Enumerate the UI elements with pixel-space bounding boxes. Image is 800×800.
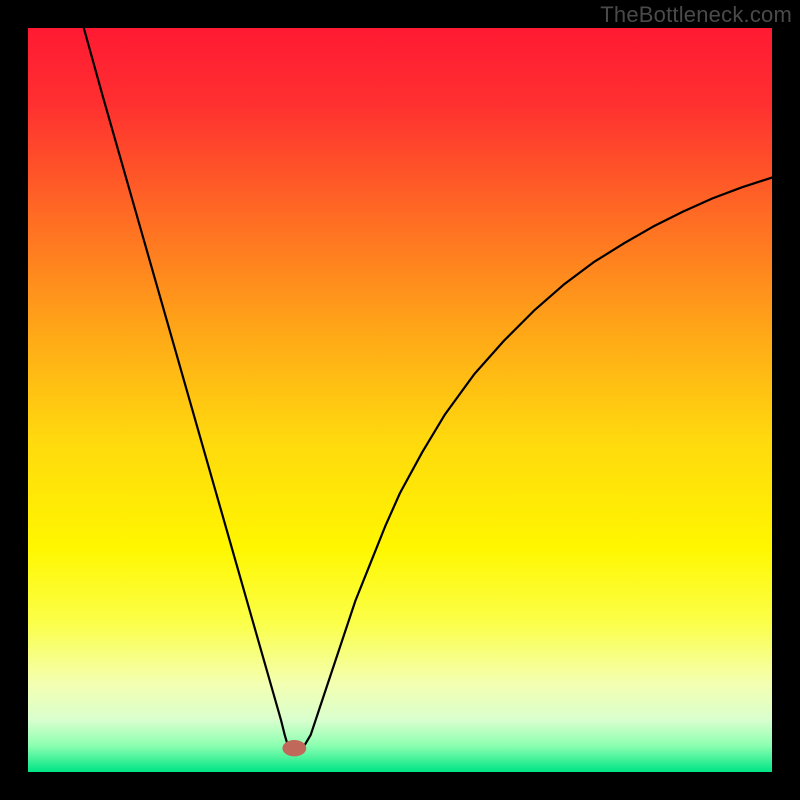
bottleneck-marker	[282, 740, 306, 756]
chart-svg	[28, 28, 772, 772]
watermark-label: TheBottleneck.com	[600, 2, 792, 28]
chart-frame: TheBottleneck.com	[0, 0, 800, 800]
gradient-rect	[28, 28, 772, 772]
plot-area	[28, 28, 772, 772]
